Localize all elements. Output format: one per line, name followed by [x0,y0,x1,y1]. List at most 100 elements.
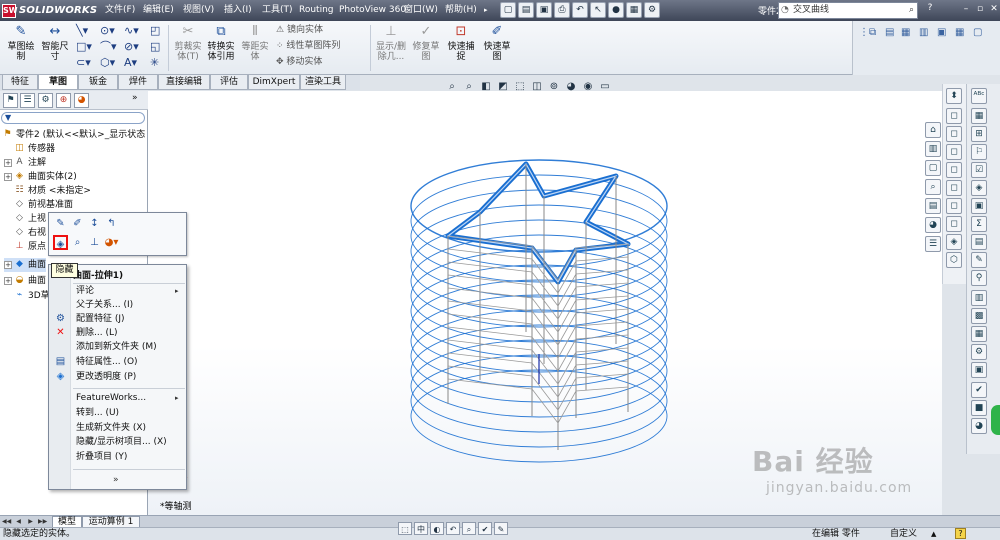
help-icon[interactable]: ? [924,2,936,15]
prev-tab-icon[interactable]: ◀ [14,517,23,526]
menu-routing[interactable]: Routing [299,3,334,18]
menu-item-hide-show-tree-items[interactable]: 隐藏/显示树项目... (X) [76,436,167,448]
resources-icon[interactable]: ⌂ [925,122,941,138]
symmetry-check-icon[interactable]: ▣ [971,362,987,378]
geometry-analysis-icon[interactable]: ◈ [971,180,987,196]
line-tool-icon[interactable]: ╲▾ [76,25,88,37]
file-properties-icon[interactable]: ▦ [626,2,642,18]
check-icon[interactable]: ☑ [971,162,987,178]
sketch-fillet-icon[interactable]: ◰ [150,25,160,37]
circle-tool-icon[interactable]: ⊙▾ [100,25,115,37]
equations-icon[interactable]: Σ [971,216,987,232]
tree-filter-input[interactable]: ▼ [1,112,145,124]
ellipse-tool-icon[interactable]: ⊘▾ [124,41,139,53]
zoom-to-fit-icon[interactable]: ⌕ [445,80,459,93]
copy-icon[interactable]: ⧉ [869,27,876,38]
minimize-button[interactable]: – [960,3,972,16]
new-icon[interactable]: ▢ [500,2,516,18]
tree-expander[interactable]: + [4,260,12,269]
dimxpert-manager-tab-icon[interactable]: ⊕ [56,93,71,108]
zoom-area-icon[interactable]: ⌕ [462,80,476,93]
layout-icon[interactable]: ▣ [937,27,946,38]
zoom-to-selection-icon[interactable]: ⌕ [70,235,85,250]
menu-view[interactable]: 视图(V) [183,3,214,18]
rectangle-tool-icon[interactable]: □▾ [76,41,92,53]
next-tab-icon[interactable]: ▶ [26,517,35,526]
spline-tool-icon[interactable]: ∿▾ [124,25,139,37]
menu-photoview[interactable]: PhotoView 360 [339,3,406,18]
deviation-icon[interactable]: ✔ [971,382,987,398]
suppress-icon[interactable]: ↰ [104,216,119,231]
grid-icon[interactable]: ▦ [955,27,964,38]
appearances-icon[interactable]: ◕ [925,217,941,233]
menu-insert[interactable]: 插入(I) [224,3,252,18]
normal-to-selection-icon[interactable]: ⊥ [87,235,102,250]
save-icon[interactable]: ▣ [536,2,552,18]
tree-expander[interactable]: + [4,172,12,181]
sketch-chamfer-icon[interactable]: ◱ [150,41,160,53]
pin-icon[interactable]: ⬍ [946,88,962,104]
surface-model[interactable] [408,154,670,463]
apply-icon[interactable]: ✔ [478,522,492,535]
menu-tools[interactable]: 工具(T) [262,3,293,18]
view-bottom-icon[interactable]: ◻ [946,216,962,232]
menu-help[interactable]: 帮助(H) [445,3,477,18]
tab-evaluate[interactable]: 评估 [210,75,248,90]
menu-edit[interactable]: 编辑(E) [143,3,174,18]
color-icon[interactable]: ◕ [971,418,987,434]
tree-item-top-plane[interactable]: ◇ 上视 [4,212,46,226]
red-marker-icon[interactable]: ■ [971,400,987,416]
view-back-icon[interactable]: ◻ [946,144,962,160]
menu-item-featureworks[interactable]: FeatureWorks... [76,392,146,404]
tree-item-front-plane[interactable]: ◇ 前视基准面 [4,198,73,212]
edit-sketch-icon[interactable]: ✐ [70,216,85,231]
tree-item-origin[interactable]: ⊥ 原点 [4,240,46,254]
tree-item-surface-extrude[interactable]: + ◆ 曲面 [4,258,47,272]
view-cube-icon[interactable]: ◻ [946,108,962,124]
print-icon[interactable]: ⎙ [554,2,570,18]
view-front-icon[interactable]: ◻ [946,126,962,142]
tree-expander[interactable]: + [4,158,12,167]
tree-item-annotations[interactable]: + A 注解 [4,156,46,170]
search-results-icon[interactable]: ⌕ [925,179,941,195]
menu-item-collapse-items[interactable]: 折叠项目 (Y) [76,451,127,463]
tab-direct-editing[interactable]: 直接编辑 [158,75,210,90]
slot-tool-icon[interactable]: ⊂▾ [76,57,91,69]
custom-properties-icon[interactable]: ☰ [925,236,941,252]
menu-item-comment[interactable]: 评论 [76,285,94,297]
tree-expander[interactable]: + [4,276,12,285]
polygon-tool-icon[interactable]: ⬡▾ [100,57,115,69]
tab-features[interactable]: 特征 [2,75,38,90]
tree-item-surface[interactable]: + ◒ 曲面 [4,274,46,288]
menu-item-configure-feature[interactable]: 配置特征 (J) [76,313,125,325]
mass-properties-icon[interactable]: ⊞ [971,126,987,142]
normal-to-icon[interactable]: ⬡ [946,252,962,268]
smart-dimension-button[interactable]: ↔ 智能尺 寸 [38,24,72,62]
search-input[interactable]: ◔ 交叉曲线 ⌕ [778,2,918,19]
measure-icon[interactable]: ▦ [971,108,987,124]
tab-render-tools[interactable]: 渲染工具 [300,75,346,90]
curvature-icon[interactable]: ⚲ [971,270,987,286]
view-top-icon[interactable]: ◻ [946,198,962,214]
thickness-analysis-icon[interactable]: ▤ [971,234,987,250]
zoom-icon[interactable]: ⌕ [462,522,476,535]
menu-item-go-to[interactable]: 转到... (U) [76,407,119,419]
view-orientation-icon[interactable]: ⬚ [513,80,527,93]
quick-snaps-button[interactable]: ⊡ 快速捕 捉 [444,24,478,62]
convert-entities-button[interactable]: ⧉ 转换实 体引用 [204,24,238,62]
search-icon[interactable]: ⌕ [909,3,914,18]
undo-icon[interactable]: ↶ [572,2,588,18]
menu-expand-icon[interactable]: » [113,475,119,485]
tab-weldments[interactable]: 焊件 [118,75,158,90]
tree-item-right-plane[interactable]: ◇ 右视 [4,226,46,240]
last-tab-icon[interactable]: ▶▶ [38,517,47,526]
previous-icon[interactable]: ◐ [430,522,444,535]
units-dropdown-icon[interactable]: ▲ [931,528,936,540]
menu-item-parent-child[interactable]: 父子关系... (I) [76,299,133,311]
rollback-icon[interactable]: ↕ [87,216,102,231]
display-style-icon[interactable]: ◫ [530,80,544,93]
solidworks-logo[interactable]: SW SOLIDWORKS [2,2,97,19]
menu-item-change-transparency[interactable]: 更改透明度 (P) [76,371,136,383]
sketch-button[interactable]: ✎ 草图绘 制 [4,24,38,62]
hide-body-icon[interactable]: ◈ [53,235,68,250]
